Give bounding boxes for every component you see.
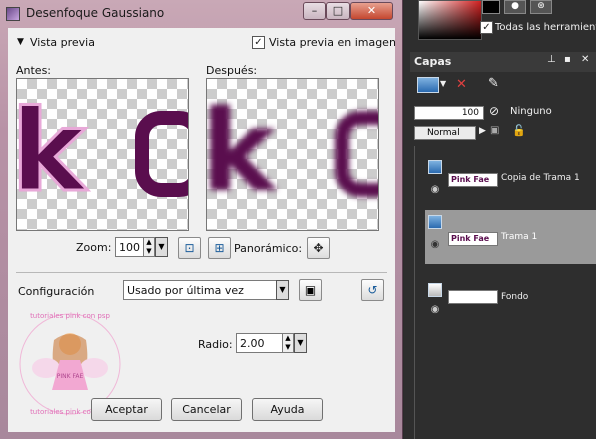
radius-spinner[interactable]: ▲ ▼	[282, 333, 294, 353]
layer-name: Fondo	[501, 292, 529, 302]
preview-toggle-label[interactable]: Vista previa	[30, 36, 95, 49]
blend-toggle-label[interactable]: Ninguno	[510, 106, 552, 117]
layer-thumbnail	[448, 290, 498, 304]
minimize-button[interactable]: –	[303, 2, 326, 20]
dialog-title: Desenfoque Gaussiano	[26, 6, 165, 20]
maximize-button[interactable]: □	[326, 2, 350, 20]
zoom-spinner[interactable]: ▲ ▼	[143, 237, 155, 257]
zoom-actual-size-icon[interactable]: ⊞	[208, 237, 231, 259]
dialog-content: ▼ Vista previa ✓ Vista previa en imagen …	[8, 28, 396, 432]
config-dropdown-arrow[interactable]: ▼	[276, 280, 289, 300]
pan-label: Panorámico:	[234, 242, 303, 255]
preview-in-image-label: Vista previa en imagen	[269, 36, 396, 49]
lock-icon[interactable]: 🔓	[512, 124, 526, 137]
visibility-eye-icon[interactable]: ◉	[428, 305, 442, 315]
layer-row[interactable]: ◉ Pink Fae Trama 1	[425, 210, 596, 264]
opacity-input[interactable]	[414, 106, 484, 120]
layer-name: Trama 1	[501, 232, 538, 242]
preview-in-image-checkbox[interactable]: ✓	[252, 36, 265, 49]
config-select[interactable]	[123, 280, 277, 300]
color-picker-swatch[interactable]	[418, 0, 482, 40]
layer-thumbnail: Pink Fae	[448, 173, 498, 187]
watermark-top-text: tutoriales pink con psp	[30, 312, 110, 320]
help-button[interactable]: Ayuda	[252, 398, 323, 421]
before-preview-glyph: k	[16, 86, 87, 219]
radius-dropdown-arrow[interactable]: ▼	[294, 333, 307, 353]
reset-icon[interactable]: ↺	[361, 279, 384, 301]
visibility-eye-icon[interactable]: ◉	[428, 240, 442, 250]
all-tools-label: Todas las herramientas	[495, 22, 596, 33]
pin-icon[interactable]: ⊥	[547, 54, 556, 65]
zoom-input[interactable]	[115, 237, 144, 257]
before-label: Antes:	[16, 64, 52, 77]
save-preset-icon[interactable]: ▣	[299, 279, 322, 301]
cancel-button[interactable]: Cancelar	[171, 398, 242, 421]
watermark-center-text: PINK FAE	[57, 373, 84, 380]
radius-label: Radio:	[198, 338, 233, 351]
panel-menu-icon[interactable]: ▪	[564, 54, 571, 65]
collapse-triangle-icon[interactable]: ▼	[17, 37, 24, 47]
title-bar[interactable]: Desenfoque Gaussiano – □ ✕	[0, 0, 403, 28]
before-preview-shape	[135, 111, 188, 197]
all-tools-checkbox[interactable]: ✓	[480, 21, 493, 34]
layer-thumbnail: Pink Fae	[448, 232, 498, 246]
after-preview-glyph: k	[206, 87, 276, 217]
raster-layer-icon	[428, 160, 442, 174]
layer-row[interactable]: ◉ Fondo	[425, 280, 596, 334]
blend-mode-select[interactable]: Normal	[414, 126, 476, 140]
mask-icon[interactable]: ▣	[490, 125, 499, 136]
background-layer-icon	[428, 283, 442, 297]
layers-title: Capas	[414, 55, 452, 68]
texture-circle-icon[interactable]: ●	[504, 0, 526, 14]
layers-header: Capas ⊥ ▪ ✕	[410, 52, 596, 72]
panel-close-icon[interactable]: ✕	[581, 54, 589, 65]
pattern-icon[interactable]: ⊛	[530, 0, 552, 14]
before-preview[interactable]: k	[16, 78, 189, 231]
gaussian-blur-dialog: Desenfoque Gaussiano – □ ✕ ▼ Vista previ…	[0, 0, 403, 439]
foreground-swatch[interactable]	[482, 0, 500, 14]
layer-tree-line	[414, 146, 415, 439]
fairy-right-wing-icon	[80, 358, 108, 378]
layer-name: Copia de Trama 1	[501, 173, 580, 183]
visibility-eye-icon[interactable]: ◉	[428, 185, 442, 195]
layer-properties-icon[interactable]: ✎	[488, 76, 499, 91]
app-icon	[6, 7, 20, 21]
layer-row[interactable]: ◉ Pink Fae Copia de Trama 1	[425, 155, 596, 209]
radius-input[interactable]	[236, 333, 283, 353]
zoom-dropdown-arrow[interactable]: ▼	[155, 237, 168, 257]
delete-layer-icon[interactable]: ✕	[456, 77, 467, 92]
after-preview-shape	[335, 111, 378, 197]
new-layer-icon[interactable]	[417, 77, 439, 93]
after-preview[interactable]: k	[206, 78, 379, 231]
blend-mode-arrow[interactable]: ▶	[479, 126, 486, 136]
separator	[16, 272, 387, 273]
pan-move-icon[interactable]: ✥	[307, 237, 330, 259]
brush-link-icon[interactable]: ⊘	[489, 104, 499, 118]
config-label: Configuración	[18, 285, 95, 298]
zoom-label: Zoom:	[76, 241, 112, 254]
after-label: Después:	[206, 64, 258, 77]
raster-layer-icon	[428, 215, 442, 229]
accept-button[interactable]: Aceptar	[91, 398, 162, 421]
zoom-fit-icon[interactable]: ⊡	[178, 237, 201, 259]
close-button[interactable]: ✕	[350, 2, 393, 20]
new-layer-dropdown-icon[interactable]: ▼	[440, 79, 446, 88]
